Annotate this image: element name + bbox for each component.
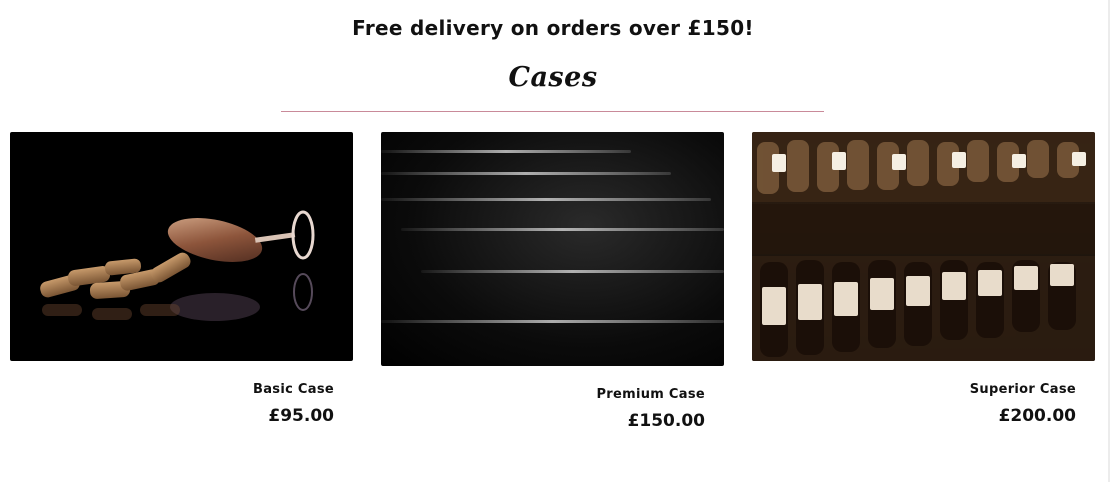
corks-glass-illustration [40, 210, 315, 321]
delivery-banner: Free delivery on orders over £150! [352, 16, 754, 40]
bottle-highlight [381, 320, 724, 323]
product-info-superior: Superior Case £200.00 [970, 382, 1076, 426]
product-image-basic-case[interactable] [10, 132, 353, 361]
bottle-highlight [381, 150, 631, 153]
bottle-highlight [381, 198, 711, 201]
section-title: Cases [508, 62, 598, 93]
product-price: £95.00 [268, 406, 334, 426]
product-price: £150.00 [627, 411, 705, 431]
wine-rack-illustration [752, 132, 1095, 361]
product-card-superior[interactable]: Superior Case £200.00 [752, 132, 1095, 426]
title-divider [281, 111, 824, 112]
product-image-premium-case[interactable] [381, 132, 724, 366]
product-image-superior-case[interactable] [752, 132, 1095, 361]
product-card-basic[interactable]: Basic Case £95.00 [10, 132, 353, 426]
product-info-premium: Premium Case £150.00 [596, 387, 705, 431]
bottle-highlight [401, 228, 724, 231]
product-name[interactable]: Premium Case [596, 387, 705, 402]
page: Free delivery on orders over £150! Cases [0, 0, 1110, 482]
product-name[interactable]: Superior Case [970, 382, 1076, 397]
product-price: £200.00 [998, 406, 1076, 426]
product-name[interactable]: Basic Case [253, 382, 334, 397]
product-card-premium[interactable]: Premium Case £150.00 [381, 132, 724, 431]
bottle-highlight [421, 270, 724, 273]
bottle-highlight [381, 172, 671, 175]
product-info-basic: Basic Case £95.00 [253, 382, 334, 426]
